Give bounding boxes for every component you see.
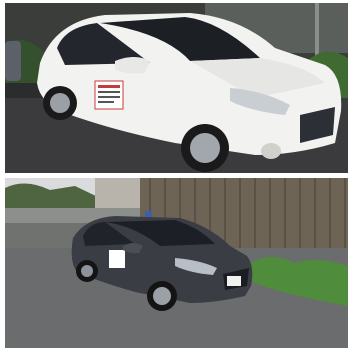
roof-light <box>145 211 152 217</box>
photo-dark-car <box>5 178 348 348</box>
white-car-scene <box>5 3 348 173</box>
dark-car-scene <box>5 178 348 348</box>
license-plate <box>227 276 241 286</box>
door-sign <box>109 250 125 268</box>
side-mirror <box>115 57 150 74</box>
photo-white-car <box>5 3 348 173</box>
